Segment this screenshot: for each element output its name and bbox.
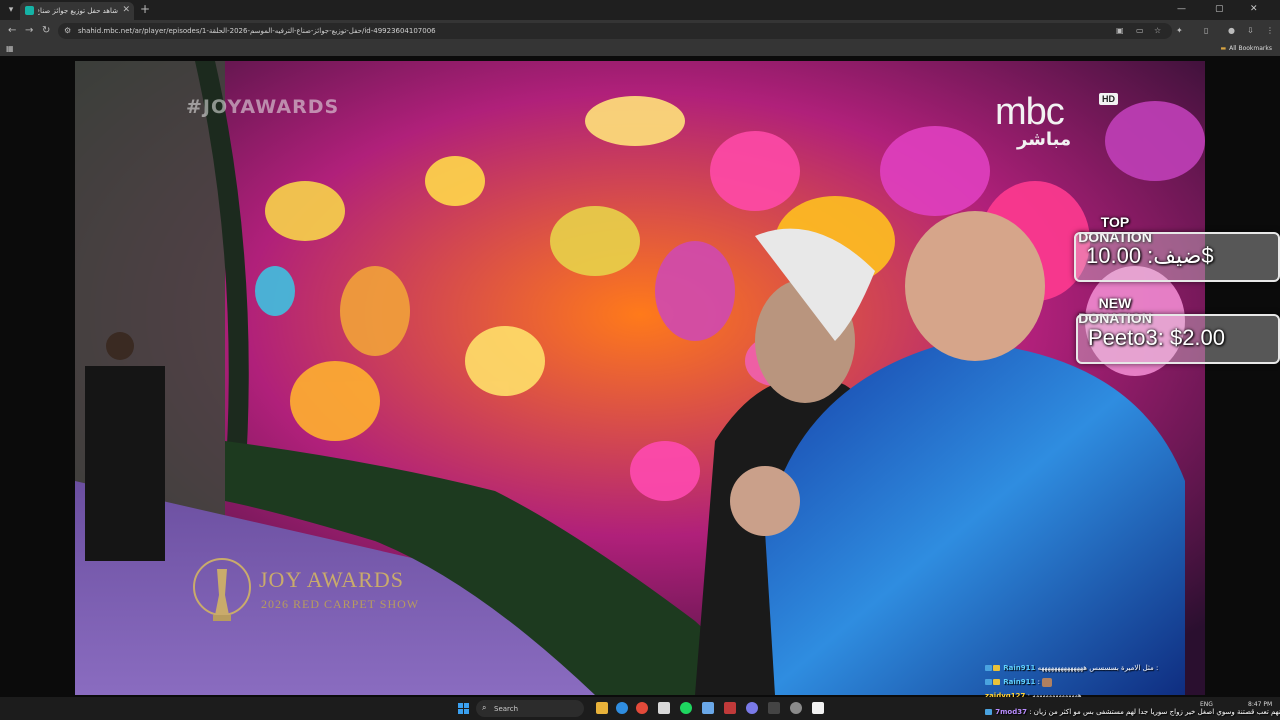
bookmarks-bar: ▦ ▬ All Bookmarks [0,42,1280,56]
extensions-icon[interactable]: ✦ [1176,26,1183,36]
obs-icon[interactable] [790,702,802,714]
chat-message: Rain911 مثل الاميرة بسسسس هههههههههههههه… [985,662,1158,674]
chat-username: Rain911 [1003,678,1036,686]
joyawards-hashtag: #JOYAWARDS [186,96,340,118]
joy-awards-title: JOY AWARDS [259,567,404,592]
url-text[interactable]: shahid.mbc.net/ar/player/episodes/حفل-تو… [78,26,436,36]
url-field[interactable]: ⚙ shahid.mbc.net/ar/player/episodes/حفل-… [58,23,1172,39]
joy-awards-subtitle: 2026 RED CARPET SHOW [261,597,420,611]
menu-icon[interactable]: ⋮ [1266,26,1274,36]
subscriber-badge-icon [985,709,992,715]
search-placeholder: Search [494,705,519,713]
mbc-logo-text: mbc [995,91,1065,133]
subscriber-badge-icon [985,679,992,685]
trophy-icon [193,558,251,621]
chat-message: 7mod37 : لأنهم تعب قصتنة وسوي اصغل خير ز… [985,706,1280,718]
new-tab-button[interactable]: + [140,2,150,16]
terminal-icon[interactable] [768,702,780,714]
folder-icon: ▬ [1220,45,1227,52]
tab-close-icon[interactable]: ✕ [122,4,130,16]
edge-icon[interactable] [616,702,628,714]
chat-emote-icon [1042,677,1053,687]
new-donation-caption-1: NEW [1098,295,1132,311]
live-label: مباشر [1017,129,1072,150]
chrome-icon[interactable] [636,702,648,714]
joy-awards-logo: JOY AWARDS 2026 RED CARPET SHOW [191,555,431,635]
chat-text: : لأنهم تعب قصتنة وسوي اصغل خير زواج سور… [1029,708,1280,716]
subscriber-badge-icon [985,665,992,671]
media-app-icon[interactable] [724,702,736,714]
minimize-window-icon[interactable]: — [1177,3,1186,15]
browser-tab-active[interactable]: شاهد حفل توزيع جوائز صناع الت... ✕ [20,2,134,20]
side-panel-icon[interactable]: ▯ [1204,26,1208,36]
bits-badge-icon [993,679,1000,685]
mbc-channel-logo: mbc HD مباشر [995,91,1145,161]
install-app-icon[interactable]: ▣ [1116,26,1124,36]
top-donation-caption-1: TOP [1100,214,1130,230]
hd-badge: HD [1099,93,1118,105]
store-icon[interactable] [658,702,670,714]
reload-icon[interactable]: ↻ [42,25,50,37]
apps-grid-icon[interactable]: ▦ [6,44,14,54]
new-donation-value: Peeto3: $2.00 [1088,325,1226,350]
tab-search-icon[interactable]: ▾ [4,3,18,17]
notepad-icon[interactable] [702,702,714,714]
download-icon[interactable]: ⇩ [1247,26,1254,36]
chat-text: مثل الاميرة بسسسس ههههههههههههههه : [1037,664,1159,672]
maximize-window-icon[interactable]: ▢ [1215,3,1224,15]
bookmark-star-icon[interactable]: ☆ [1154,26,1161,36]
video-player[interactable]: #JOYAWARDS mbc HD مباشر JOY AWARDS 2026 … [75,61,1205,695]
shahid-favicon-icon [25,6,34,15]
chat-username: Rain911 [1003,664,1036,672]
cast-icon[interactable]: ▭ [1136,26,1144,36]
app-icon[interactable] [812,702,824,714]
tab-title: شاهد حفل توزيع جوائز صناع الت... [38,7,118,15]
top-donation-value: ضيف: 10.00$ [1086,243,1214,268]
top-donation-box: ضيف: 10.00$ [1074,232,1280,282]
spotify-icon[interactable] [680,702,692,714]
back-icon[interactable]: ← [8,25,16,37]
new-donation-box: Peeto3: $2.00 [1076,314,1280,364]
bits-badge-icon [993,665,1000,671]
address-toolbar: ← → ↻ ⚙ shahid.mbc.net/ar/player/episode… [0,20,1280,42]
site-info-icon[interactable]: ⚙ [64,26,71,36]
chat-username: 7mod37 [995,708,1027,716]
discord-icon[interactable] [746,702,758,714]
browser-tab-bar: ▾ شاهد حفل توزيع جوائز صناع الت... ✕ + —… [0,0,1280,20]
chat-text: : [1037,678,1040,686]
windows-icon[interactable] [458,703,469,714]
all-bookmarks-button[interactable]: ▬ All Bookmarks [1220,44,1272,54]
search-icon: ⌕ [482,703,487,712]
profile-icon[interactable]: ● [1228,26,1235,36]
all-bookmarks-label: All Bookmarks [1229,45,1272,52]
file-explorer-icon[interactable] [596,702,608,714]
close-window-icon[interactable]: ✕ [1250,3,1258,15]
forward-icon[interactable]: → [25,25,33,37]
taskbar-search-box[interactable]: ⌕ Search [476,700,584,717]
chat-message: Rain911 : [985,676,1053,688]
